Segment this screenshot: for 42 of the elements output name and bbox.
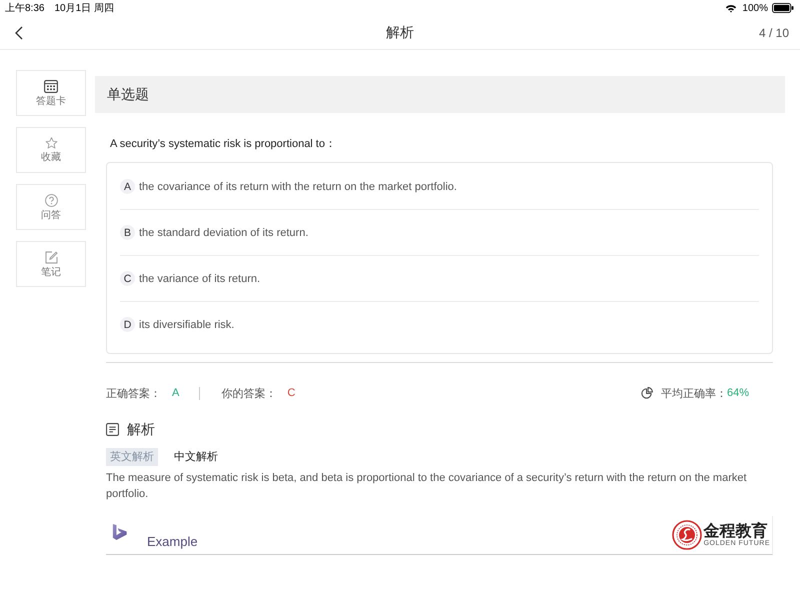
logo-icon bbox=[112, 523, 128, 541]
sidebar-item[interactable]: 笔记 bbox=[16, 241, 86, 287]
status-time: 上午8:36 bbox=[5, 2, 44, 15]
average-accuracy-value: 64% bbox=[726, 387, 749, 399]
seal-logo-icon bbox=[672, 520, 702, 550]
correct-answer-value: A bbox=[172, 387, 180, 399]
grid-card-icon bbox=[44, 80, 58, 92]
battery-icon bbox=[772, 3, 794, 13]
brand-name: 金程教育 bbox=[704, 522, 768, 540]
option-text: the variance of its return. bbox=[139, 272, 260, 284]
sidebar-item[interactable]: 收藏 bbox=[16, 127, 86, 173]
question-text: A security’s systematic risk is proportional to： bbox=[109, 137, 337, 151]
document-icon bbox=[106, 422, 119, 436]
option-letter: A bbox=[120, 179, 135, 194]
explanation-text: The measure of systematic risk is beta, and beta is proportional to the covariance of a security’s return with the return on the market portfolio. bbox=[106, 471, 748, 502]
option-letter: C bbox=[120, 271, 135, 286]
option-text: the standard deviation of its return. bbox=[139, 226, 308, 238]
average-accuracy-label: 平均正确率： bbox=[660, 386, 727, 400]
question-circle-icon bbox=[44, 194, 58, 206]
option-text: the covariance of its return with the return on the market portfolio. bbox=[139, 180, 457, 192]
page-title: 解析 bbox=[386, 24, 414, 42]
option-letter: B bbox=[120, 225, 135, 240]
language-tab[interactable]: 中文解析 bbox=[170, 448, 222, 466]
correct-answer-label: 正确答案： bbox=[106, 386, 161, 400]
option-letter: D bbox=[120, 317, 135, 332]
option-text: its diversifiable risk. bbox=[139, 318, 234, 330]
pie-chart-icon bbox=[640, 387, 653, 399]
your-answer-label: 你的答案： bbox=[221, 386, 276, 400]
edit-icon bbox=[44, 250, 58, 264]
question-type-header: 单选题 bbox=[95, 76, 785, 113]
sidebar-item[interactable]: 答题卡 bbox=[16, 70, 86, 116]
status-date: 10月1日 周四 bbox=[54, 2, 114, 15]
sidebar-item[interactable]: 问答 bbox=[16, 184, 86, 230]
battery-percent: 100% bbox=[742, 2, 768, 14]
chevron-left-icon bbox=[15, 26, 23, 40]
star-icon bbox=[44, 137, 58, 149]
your-answer-value: C bbox=[287, 387, 296, 399]
language-tab[interactable]: 英文解析 bbox=[106, 448, 158, 466]
question-counter: 4 / 10 bbox=[758, 26, 789, 40]
explanation-title: 解析 bbox=[127, 420, 155, 438]
wifi-icon bbox=[725, 4, 738, 12]
banner-caption: Example bbox=[147, 534, 198, 549]
